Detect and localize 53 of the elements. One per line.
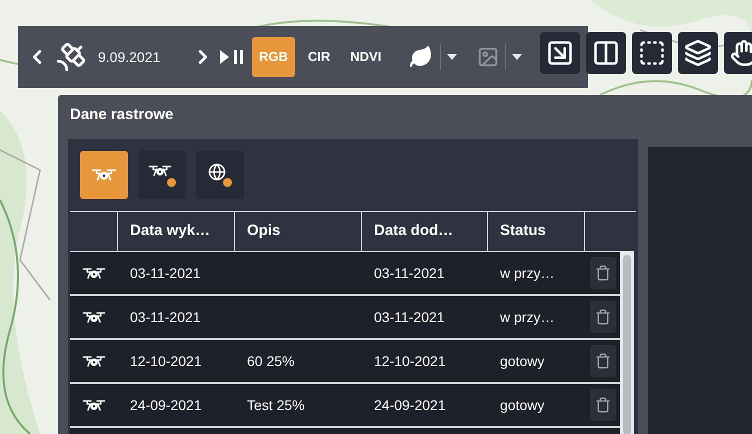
delete-button[interactable] (590, 389, 616, 421)
table-cell: gotowy (500, 396, 544, 412)
table-cell: Test 25% (247, 396, 305, 412)
panel-title: Dane rastrowe (70, 104, 174, 125)
band-mode-button[interactable]: CIR (300, 37, 338, 77)
table-cell: w przy… (500, 308, 554, 324)
selection-frame-button[interactable] (632, 32, 672, 74)
dashed-square-icon (638, 39, 666, 67)
table-cell: gotowy (500, 352, 544, 368)
trash-icon (595, 308, 611, 326)
table-cell: 12-10-2021 (374, 352, 446, 368)
table-cell: 03-11-2021 (130, 308, 201, 324)
table-cell: 03-11-2021 (374, 264, 445, 280)
table-row[interactable]: 12-10-2021 60 25% 12-10-2021 gotowy (70, 340, 620, 382)
delete-button[interactable] (590, 345, 616, 377)
drone-icon (82, 266, 106, 280)
satellite-icon (54, 40, 88, 74)
table-cell: 60 25% (247, 352, 294, 368)
split-view-button[interactable] (586, 32, 626, 74)
layers-icon (684, 39, 712, 67)
table-row[interactable]: 24-09-2021 Test 25% 24-09-2021 gotowy (70, 384, 620, 426)
play-pause-icon (220, 50, 246, 64)
trash-icon (595, 264, 611, 282)
source-tab[interactable] (138, 151, 186, 199)
source-tab[interactable] (196, 151, 244, 199)
table-cell: 03-11-2021 (130, 264, 201, 280)
split-columns-icon (592, 39, 620, 67)
table-cell: 24-09-2021 (374, 396, 446, 412)
delete-button[interactable] (590, 257, 616, 289)
table-row[interactable]: 03-11-2021 03-11-2021 w przy… (70, 252, 620, 294)
globe-alert-icon (208, 163, 232, 187)
band-mode-button[interactable]: NDVI (343, 37, 388, 77)
hand-icon (730, 39, 752, 67)
layers-button[interactable] (678, 32, 718, 74)
trash-icon (595, 352, 611, 370)
caret-icon (512, 54, 522, 60)
pan-button[interactable] (724, 32, 752, 74)
drone-icon (82, 354, 106, 368)
table-cell: 24-09-2021 (130, 396, 202, 412)
drone-icon (82, 398, 106, 412)
caret-icon (447, 54, 458, 60)
table-row[interactable]: 03-11-2021 03-11-2021 w przy… (70, 296, 620, 338)
delete-button[interactable] (590, 301, 616, 333)
drone-icon (82, 310, 106, 324)
table-cell: 12-10-2021 (130, 352, 202, 368)
date-label: 9.09.2021 (98, 48, 162, 66)
drone-icon (148, 163, 172, 179)
trash-icon (595, 396, 611, 414)
arrow-box-icon (546, 39, 574, 67)
table-cell: w przy… (500, 264, 554, 280)
scrollbar[interactable] (620, 251, 634, 434)
select-area-button[interactable] (540, 32, 580, 74)
table-cell: 03-11-2021 (374, 308, 445, 324)
